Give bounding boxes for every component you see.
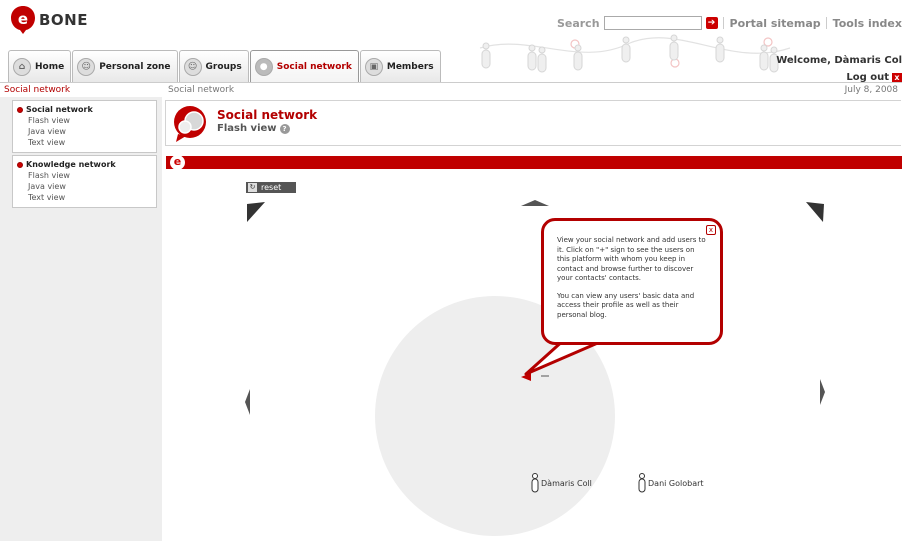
tooltip-paragraph: View your social network and add users t…: [557, 236, 706, 282]
sidebar-item-flash-view[interactable]: Flash view: [17, 170, 152, 181]
svg-text:e: e: [18, 10, 28, 28]
user-name: Dani Golobart: [648, 478, 704, 488]
members-icon: ▣: [364, 57, 383, 76]
main-content: Social network Flash view ? e Dàmaris Co…: [163, 97, 902, 541]
sidebar-group-title[interactable]: Knowledge network: [17, 159, 152, 170]
page-title: Social network: [217, 108, 318, 122]
section-bar: e: [166, 155, 902, 170]
breadcrumb-current: Social network: [168, 85, 235, 95]
reset-button[interactable]: ↻ reset: [246, 182, 296, 193]
user-icon: [638, 473, 646, 493]
help-tooltip: x View your social network and add users…: [541, 218, 723, 345]
groups-icon: ☺: [183, 57, 202, 76]
user-icon: [531, 473, 539, 493]
help-icon[interactable]: ?: [279, 123, 290, 134]
bullet-icon: [17, 106, 23, 113]
reset-icon: ↻: [248, 183, 257, 192]
tab-label: Home: [35, 61, 65, 72]
main-nav-tabs: ⌂ Home ☺ Personal zone ☺ Groups ● Social…: [8, 50, 442, 82]
sidebar-group-label: Social network: [26, 105, 93, 114]
tools-index-link[interactable]: Tools index: [833, 17, 902, 30]
sidebar-item-text-view[interactable]: Text view: [17, 137, 152, 148]
pan-up-left-icon[interactable]: [247, 202, 265, 222]
arrow-right-icon: ➔: [707, 18, 716, 28]
tab-personal-zone[interactable]: ☺ Personal zone: [72, 50, 178, 82]
tab-label: Groups: [205, 61, 242, 72]
ebone-bar-icon: e: [170, 155, 185, 170]
sidebar-item-text-view[interactable]: Text view: [17, 192, 152, 203]
person-icon: ☺: [77, 57, 96, 76]
tab-label: Personal zone: [99, 61, 171, 72]
section-title: Social network: [4, 85, 71, 95]
page-subtitle: Flash view ?: [217, 123, 290, 134]
page-header: Social network Flash view ?: [165, 100, 901, 146]
brand-name: BONE: [39, 11, 88, 29]
tab-label: Social network: [276, 61, 352, 72]
header: e BONE Search ➔ Portal sitemap Tools ind…: [0, 0, 902, 83]
user-welcome: Welcome, Dàmaris Col Log out x: [776, 52, 902, 86]
pan-up-right-icon[interactable]: [806, 202, 824, 222]
close-icon[interactable]: x: [706, 225, 716, 235]
user-node-dani-golobart[interactable]: Dani Golobart: [637, 473, 704, 493]
tab-label: Members: [386, 61, 434, 72]
sidebar-group-title[interactable]: Social network: [17, 104, 152, 115]
divider: [825, 17, 827, 29]
sidebar: Social network Flash view Java view Text…: [0, 97, 162, 541]
sidebar-group-knowledge-network: Knowledge network Flash view Java view T…: [12, 155, 157, 208]
reset-label: reset: [261, 183, 282, 192]
people-decoration-icon: [479, 34, 791, 73]
sidebar-item-flash-view[interactable]: Flash view: [17, 115, 152, 126]
tab-members[interactable]: ▣ Members: [359, 50, 441, 82]
tab-social-network[interactable]: ● Social network: [249, 50, 359, 82]
pan-up-icon[interactable]: [521, 200, 549, 206]
site-logo[interactable]: e BONE: [10, 5, 88, 35]
welcome-text: Welcome, Dàmaris Col: [776, 55, 902, 66]
sidebar-item-java-view[interactable]: Java view: [17, 181, 152, 192]
ebone-logo-icon: e: [11, 6, 35, 34]
user-name: Dàmaris Coll: [541, 478, 592, 488]
pan-right-icon[interactable]: [820, 379, 825, 405]
user-node-damaris-coll[interactable]: Dàmaris Coll: [530, 473, 592, 493]
home-icon: ⌂: [13, 57, 31, 76]
sidebar-item-java-view[interactable]: Java view: [17, 126, 152, 137]
tooltip-paragraph: You can view any users' basic data and a…: [557, 291, 695, 319]
pan-left-icon[interactable]: [245, 389, 250, 415]
sidebar-group-label: Knowledge network: [26, 160, 116, 169]
close-icon: x: [892, 72, 902, 83]
network-icon: ●: [254, 57, 273, 76]
social-network-icon: [174, 106, 206, 142]
tab-home[interactable]: ⌂ Home: [8, 50, 72, 82]
breadcrumb: Social network Social network July 8, 20…: [0, 82, 902, 97]
sidebar-group-social-network: Social network Flash view Java view Text…: [12, 100, 157, 153]
current-date: July 8, 2008: [844, 85, 898, 95]
subtitle-text: Flash view: [217, 123, 277, 134]
bullet-icon: [17, 161, 23, 168]
tab-groups[interactable]: ☺ Groups: [178, 50, 249, 82]
